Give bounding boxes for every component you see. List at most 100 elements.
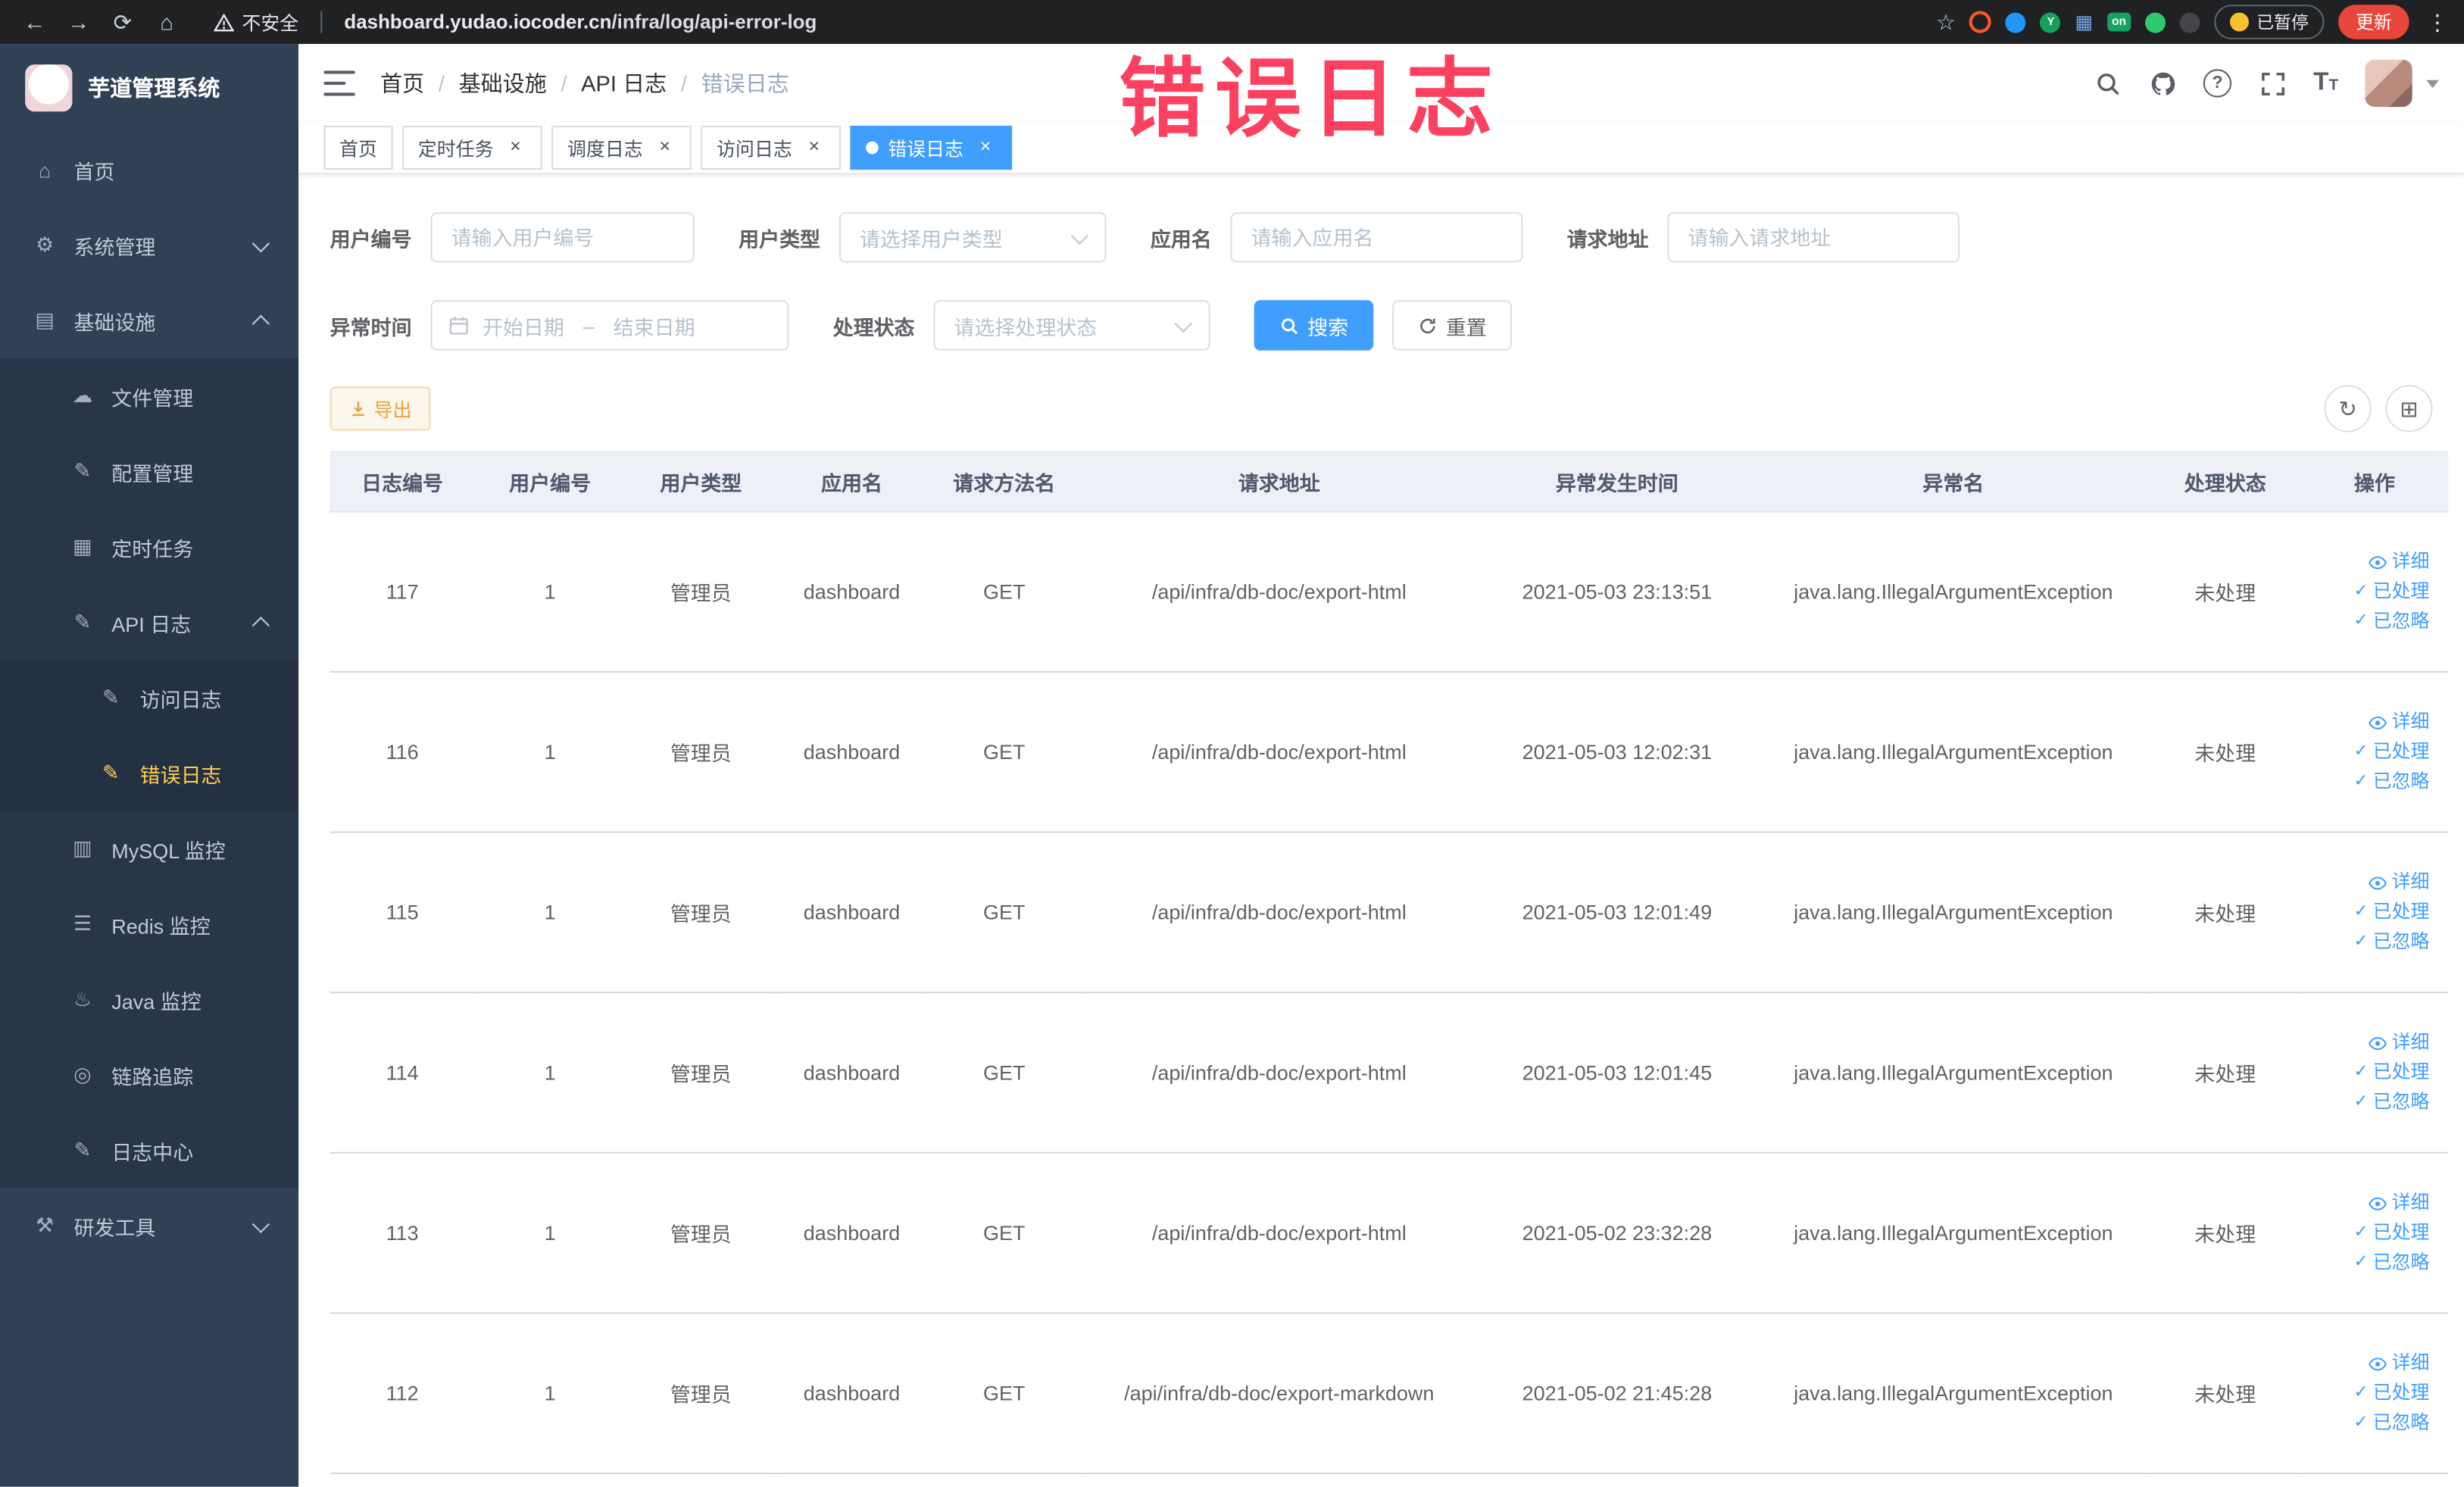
sidebar-item-trace[interactable]: ◎ 链路追踪 xyxy=(0,1037,299,1113)
sidebar-item-mysql-monitor[interactable]: ▥ MySQL 监控 xyxy=(0,811,299,887)
chevron-down-icon xyxy=(251,234,270,253)
sidebar-item-access-log[interactable]: ✎ 访问日志 xyxy=(0,660,299,736)
check-icon: ✓ xyxy=(2353,1382,2369,1402)
detail-link[interactable]: 详细 xyxy=(2307,1188,2429,1217)
security-warning[interactable]: 不安全 xyxy=(214,8,298,35)
sidebar-item-dev-tools[interactable]: ⚒ 研发工具 xyxy=(0,1188,298,1264)
exception-time-range[interactable]: 开始日期 – 结束日期 xyxy=(430,300,789,351)
filter-app-name: 应用名 xyxy=(1150,212,1523,263)
eye-icon xyxy=(2369,1036,2387,1050)
update-button[interactable]: 更新 xyxy=(2338,5,2409,39)
processed-link[interactable]: ✓ 已处理 xyxy=(2307,898,2429,927)
tab-error-log[interactable]: 错误日志 × xyxy=(850,125,1013,170)
table-header-row: 日志编号 用户编号 用户类型 应用名 请求方法名 请求地址 异常发生时间 异常名… xyxy=(329,451,2449,513)
processed-link[interactable]: ✓ 已处理 xyxy=(2307,1218,2429,1248)
browser-forward-icon[interactable]: → xyxy=(60,9,98,34)
ignored-link[interactable]: ✓ 已忽略 xyxy=(2307,1248,2429,1277)
extension-y-icon[interactable]: Y xyxy=(2040,11,2061,33)
request-url-input[interactable] xyxy=(1667,212,1960,263)
processed-link[interactable]: ✓ 已处理 xyxy=(2307,1057,2429,1087)
detail-link[interactable]: 详细 xyxy=(2307,708,2429,737)
user-id-input[interactable] xyxy=(430,212,695,263)
sidebar-item-config-mgmt[interactable]: ✎ 配置管理 xyxy=(0,433,299,510)
breadcrumb-separator: / xyxy=(438,70,445,96)
cell-time: 2021-05-02 23:32:28 xyxy=(1477,1152,1757,1314)
fullscreen-icon[interactable] xyxy=(2259,69,2287,97)
tab-access-log[interactable]: 访问日志 × xyxy=(701,125,842,170)
ignored-link[interactable]: ✓ 已忽略 xyxy=(2307,1408,2429,1438)
hamburger-icon[interactable] xyxy=(323,70,355,96)
breadcrumb-home[interactable]: 首页 xyxy=(380,67,424,98)
extension-ring-icon[interactable] xyxy=(1969,11,1992,33)
help-icon[interactable]: ? xyxy=(2203,69,2232,98)
trace-icon: ◎ xyxy=(73,1062,92,1086)
ignored-link[interactable]: ✓ 已忽略 xyxy=(2307,767,2429,796)
bookmark-star-icon[interactable]: ☆ xyxy=(1936,8,1956,35)
breadcrumb-api-log[interactable]: API 日志 xyxy=(581,67,667,98)
search-icon[interactable] xyxy=(2094,69,2122,97)
sidebar-item-file-mgmt[interactable]: ☁ 文件管理 xyxy=(0,358,299,434)
sidebar-item-api-log[interactable]: ✎ API 日志 xyxy=(0,584,299,661)
github-icon[interactable] xyxy=(2148,69,2176,97)
search-icon xyxy=(1282,317,1298,334)
close-icon[interactable]: × xyxy=(654,136,676,158)
sidebar-item-error-log[interactable]: ✎ 错误日志 xyxy=(0,735,299,811)
search-button[interactable]: 搜索 xyxy=(1254,300,1374,351)
extension-leaf-icon[interactable] xyxy=(2144,11,2166,33)
processed-link[interactable]: ✓ 已处理 xyxy=(2307,576,2429,606)
refresh-button[interactable]: ↻ xyxy=(2324,385,2372,433)
tab-dispatch-log[interactable]: 调度日志 × xyxy=(551,125,692,170)
user-avatar[interactable] xyxy=(2365,59,2412,108)
browser-menu-icon[interactable]: ⋮ xyxy=(2426,8,2448,35)
sidebar-item-scheduled-jobs[interactable]: ▦ 定时任务 xyxy=(0,509,299,585)
processed-link[interactable]: ✓ 已处理 xyxy=(2307,737,2429,767)
cell-status: 未处理 xyxy=(2150,1313,2301,1475)
column-settings-button[interactable]: ⊞ xyxy=(2385,385,2433,433)
tab-home[interactable]: 首页 xyxy=(323,125,393,170)
detail-link[interactable]: 详细 xyxy=(2307,867,2429,897)
processed-link[interactable]: ✓ 已处理 xyxy=(2307,1379,2429,1408)
filter-label: 请求地址 xyxy=(1566,226,1649,251)
export-button[interactable]: 导出 xyxy=(329,386,431,431)
app-name-input[interactable] xyxy=(1230,212,1523,263)
ignored-link[interactable]: ✓ 已忽略 xyxy=(2307,607,2429,636)
ignored-link[interactable]: ✓ 已忽略 xyxy=(2307,927,2429,957)
extension-pin-icon[interactable] xyxy=(2179,11,2200,33)
address-bar[interactable]: dashboard.yudao.iocoder.cn/infra/log/api… xyxy=(344,11,817,33)
browser-back-icon[interactable]: ← xyxy=(16,9,54,34)
browser-home-icon[interactable]: ⌂ xyxy=(148,9,186,34)
check-icon: ✓ xyxy=(2353,932,2369,951)
app-logo[interactable]: 芋道管理系统 xyxy=(0,44,298,132)
reset-button[interactable]: 重置 xyxy=(1392,300,1512,351)
breadcrumb-infrastructure[interactable]: 基础设施 xyxy=(459,67,547,98)
browser-reload-icon[interactable]: ⟳ xyxy=(104,8,142,35)
chevron-down-icon[interactable] xyxy=(2426,79,2439,88)
sidebar-item-redis-monitor[interactable]: ☰ Redis 监控 xyxy=(0,886,299,962)
close-icon[interactable]: × xyxy=(803,136,825,158)
detail-link[interactable]: 详细 xyxy=(2307,1028,2429,1057)
detail-link[interactable]: 详细 xyxy=(2307,547,2429,576)
sidebar-item-infrastructure[interactable]: ▤ 基础设施 xyxy=(0,283,298,358)
sidebar-item-system-mgmt[interactable]: ⚙ 系统管理 xyxy=(0,208,298,283)
close-icon[interactable]: × xyxy=(504,136,526,158)
paused-badge[interactable]: 已暂停 xyxy=(2214,5,2325,39)
detail-link[interactable]: 详细 xyxy=(2307,1348,2429,1378)
cell-actions: 详细 ✓ 已处理 ✓ 已忽略 xyxy=(2300,1313,2449,1475)
extension-drop-icon[interactable] xyxy=(2006,11,2027,33)
breadcrumb-separator: / xyxy=(561,70,567,96)
process-status-select[interactable]: 请选择处理状态 xyxy=(933,300,1210,351)
extension-grid-icon[interactable]: ▦ xyxy=(2075,13,2094,32)
filter-label: 应用名 xyxy=(1150,226,1212,251)
font-size-icon[interactable]: TT xyxy=(2313,70,2338,95)
app-title: 芋道管理系统 xyxy=(88,75,220,101)
column-header-exception: 异常名 xyxy=(1757,451,2150,513)
ignored-link[interactable]: ✓ 已忽略 xyxy=(2307,1088,2429,1117)
close-icon[interactable]: × xyxy=(974,136,996,158)
tab-scheduled-jobs[interactable]: 定时任务 × xyxy=(402,125,542,170)
cell-time: 2021-05-02 21:45:28 xyxy=(1477,1313,1757,1475)
sidebar-item-java-monitor[interactable]: ♨ Java 监控 xyxy=(0,961,299,1038)
user-type-select[interactable]: 请选择用户类型 xyxy=(839,212,1107,263)
extension-on-icon[interactable]: on xyxy=(2106,13,2131,31)
sidebar-item-home[interactable]: ⌂ 首页 xyxy=(0,132,298,208)
sidebar-item-log-center[interactable]: ✎ 日志中心 xyxy=(0,1112,299,1189)
